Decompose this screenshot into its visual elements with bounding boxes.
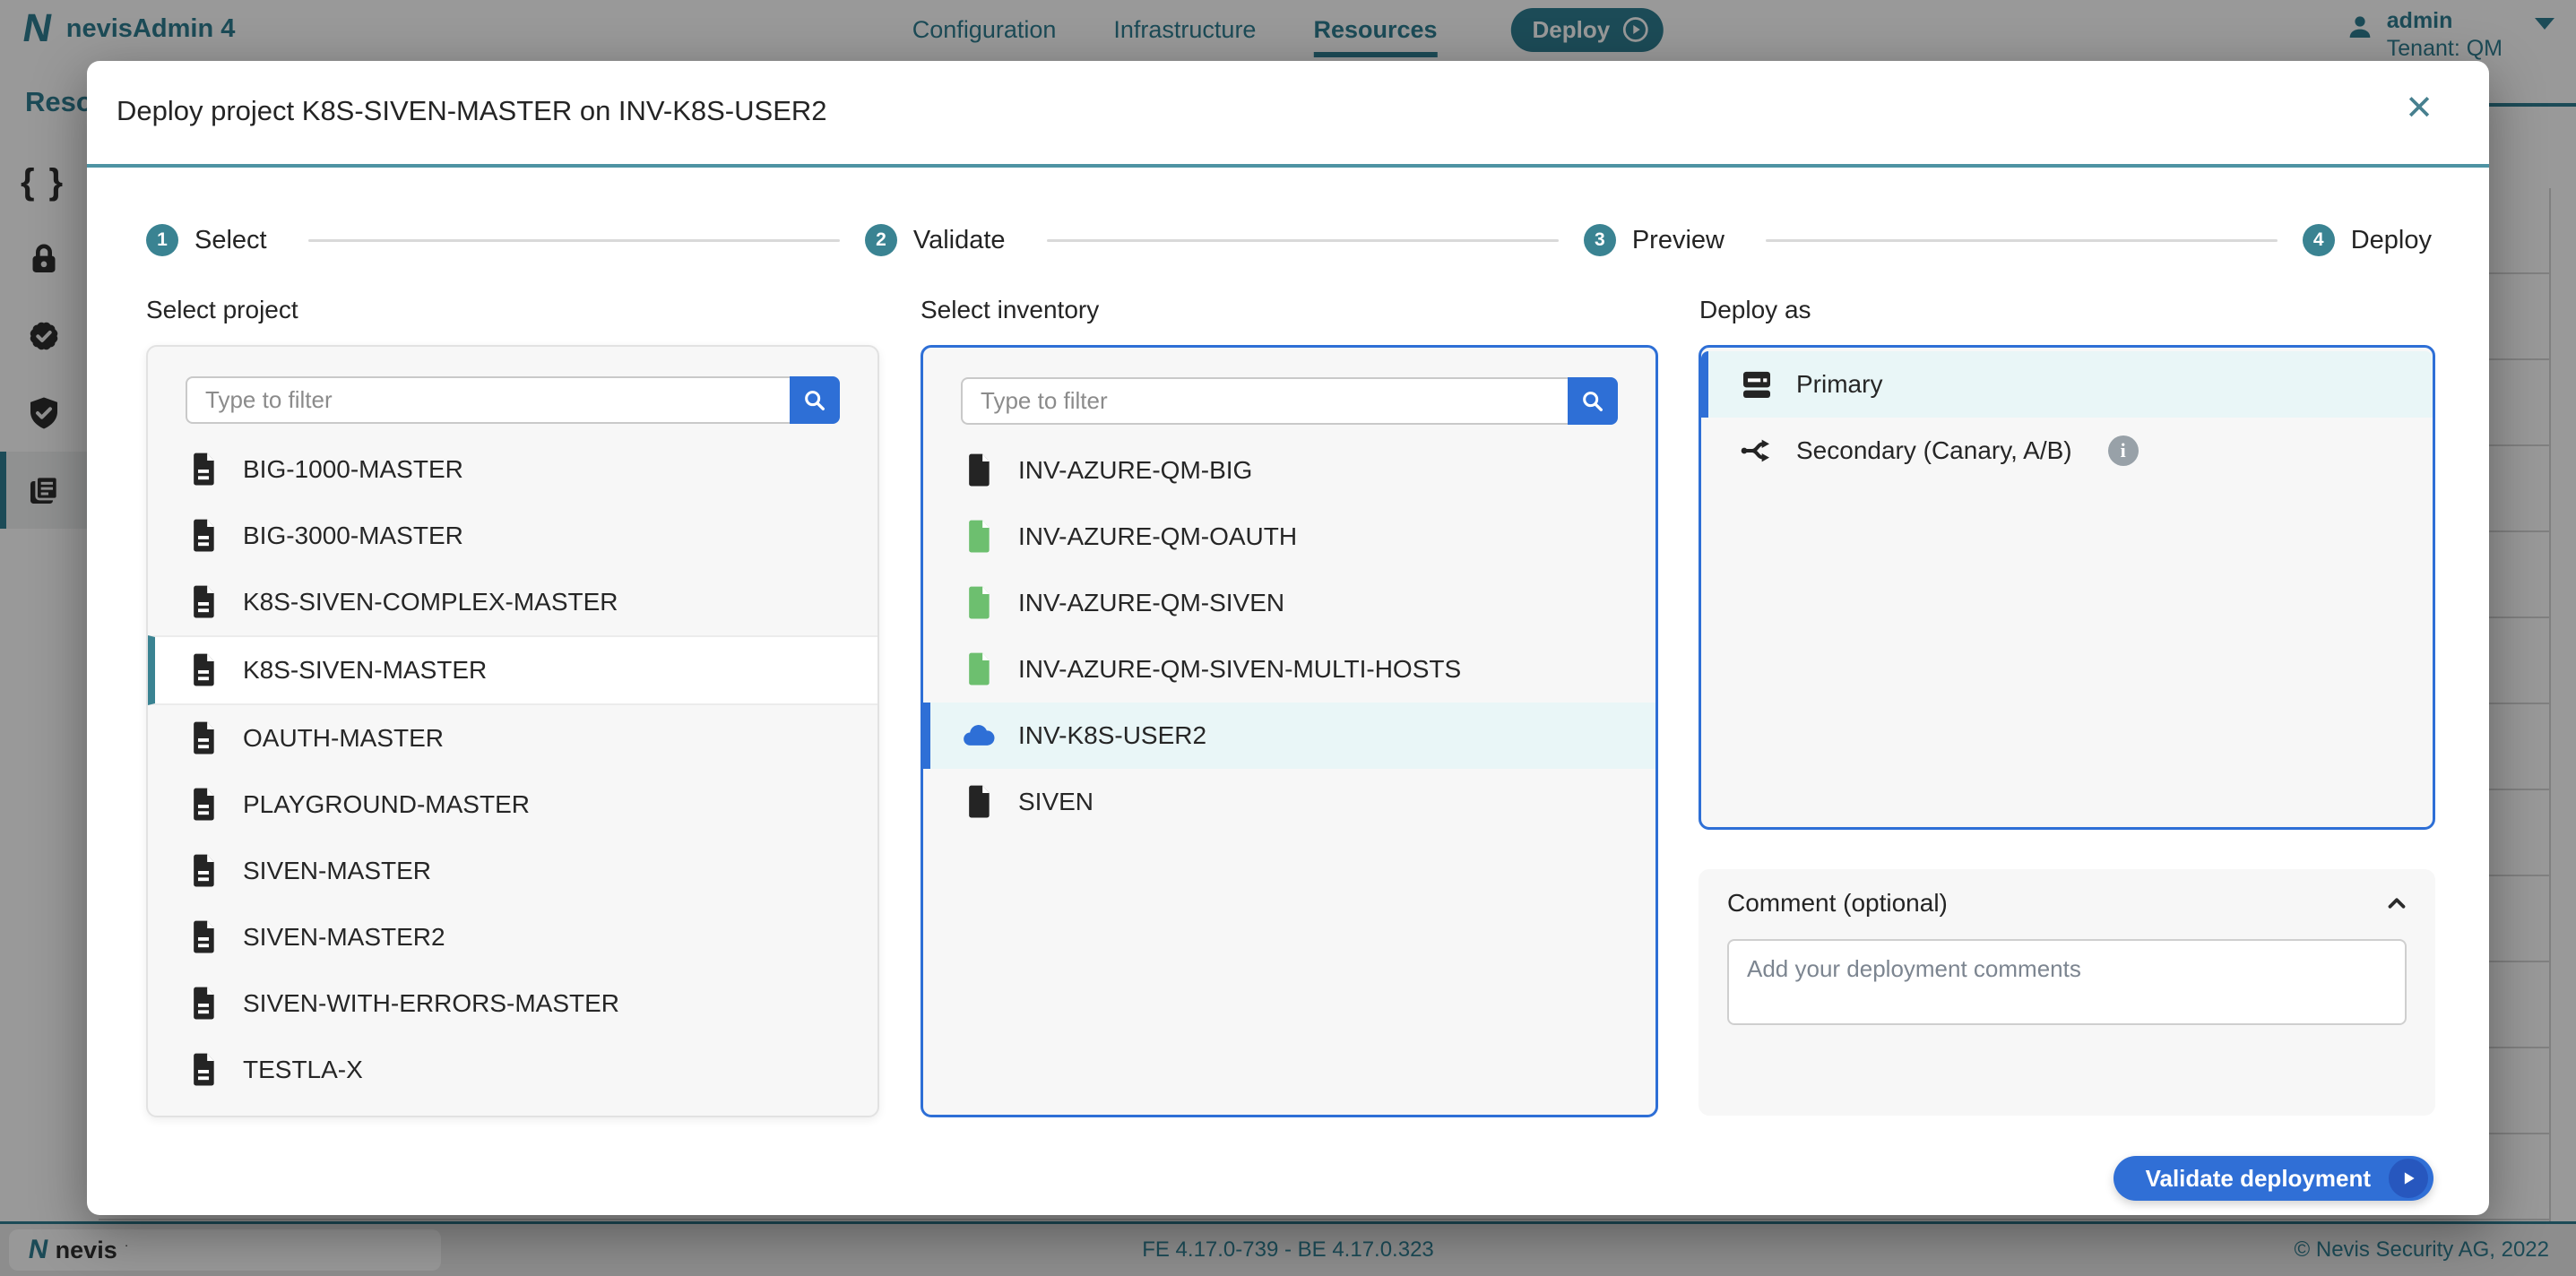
inventory-list-item[interactable]: INV-AZURE-QM-BIG <box>923 437 1655 504</box>
project-name: K8S-SIVEN-MASTER <box>243 656 488 684</box>
inventory-name: SIVEN <box>1018 788 1094 815</box>
inventory-panel: INV-AZURE-QM-BIG INV-AZURE-QM-OAUTH INV-… <box>921 345 1658 1117</box>
comment-label: Comment (optional) <box>1727 889 1948 917</box>
file-lines-icon <box>194 854 214 887</box>
stepper-step[interactable]: 4 Deploy <box>2302 224 2432 256</box>
project-panel: BIG-1000-MASTER BIG-3000-MASTER K8 <box>146 345 879 1117</box>
file-lines-icon <box>194 788 214 821</box>
inventory-list-item[interactable]: INV-AZURE-QM-SIVEN-MULTI-HOSTS <box>923 636 1655 703</box>
project-name: OAUTH-MASTER <box>243 724 444 752</box>
file-lines-icon <box>194 585 214 618</box>
file-lines-icon <box>194 920 214 953</box>
cloud-icon <box>964 725 995 746</box>
info-icon[interactable]: i <box>2107 435 2139 466</box>
project-name: SIVEN-MASTER2 <box>243 923 445 951</box>
step-number: 4 <box>2302 224 2335 256</box>
inventory-list-item[interactable]: INV-AZURE-QM-OAUTH <box>923 504 1655 570</box>
server-inbox-icon <box>1743 371 1770 398</box>
validate-deployment-label: Validate deployment <box>2145 1164 2371 1192</box>
step-number: 2 <box>864 224 897 256</box>
file-green-icon <box>969 520 990 553</box>
project-name: SIVEN-MASTER <box>243 857 432 884</box>
project-name: BIG-1000-MASTER <box>243 455 463 483</box>
project-name: PLAYGROUND-MASTER <box>243 790 530 818</box>
project-list-item[interactable]: PLAYGROUND-MASTER <box>148 772 877 838</box>
project-name: BIG-3000-MASTER <box>243 522 463 549</box>
play-icon <box>2389 1159 2428 1198</box>
step-label: Preview <box>1631 225 1725 254</box>
file-lines-icon <box>194 1053 214 1086</box>
screen: N nevisAdmin 4 Configuration Infrastructu… <box>0 0 2576 1276</box>
step-label: Select <box>194 225 267 254</box>
inventory-list-item[interactable]: INV-AZURE-QM-SIVEN <box>923 570 1655 636</box>
project-list-item[interactable]: SIVEN-MASTER2 <box>148 904 877 970</box>
step-label: Deploy <box>2350 225 2432 254</box>
inventory-search-button[interactable] <box>1568 377 1618 425</box>
search-icon <box>1583 391 1603 411</box>
comment-textarea[interactable] <box>1727 939 2407 1025</box>
split-arrows-icon <box>1741 439 1769 462</box>
stepper-step[interactable]: 3 Preview <box>1583 224 2303 256</box>
wizard-stepper: 1 Select 2 Validate 3 Preview 4 Deploy <box>146 209 2432 272</box>
select-inventory-label: Select inventory <box>921 296 1100 323</box>
step-label: Validate <box>912 225 1006 254</box>
file-green-icon <box>969 652 990 685</box>
deploy-wizard-modal: Deploy project K8S-SIVEN-MASTER on INV-K… <box>87 61 2489 1215</box>
deploy-as-label: Deploy as <box>1699 296 1811 323</box>
project-name: K8S-SIVEN-COMPLEX-MASTER <box>243 588 618 616</box>
step-number: 3 <box>1583 224 1616 256</box>
validate-deployment-button[interactable]: Validate deployment <box>2113 1156 2433 1201</box>
inventory-filter-input[interactable] <box>961 377 1568 425</box>
deploy-as-option-label: Primary <box>1796 370 1883 398</box>
file-green-icon <box>969 586 990 619</box>
project-list-item[interactable]: SIVEN-MASTER <box>148 838 877 904</box>
file-lines-icon <box>194 453 214 486</box>
close-icon[interactable]: ✕ <box>2405 91 2433 125</box>
project-filter <box>186 376 840 424</box>
stepper-step[interactable]: 2 Validate <box>864 224 1584 256</box>
project-name: SIVEN-WITH-ERRORS-MASTER <box>243 989 619 1017</box>
inventory-name: INV-AZURE-QM-BIG <box>1018 456 1253 484</box>
project-list-item[interactable]: SIVEN-WITH-ERRORS-MASTER <box>148 970 877 1037</box>
file-lines-icon <box>194 519 214 552</box>
deploy-as-list: Primary i Secondary (Canary, A/B) i <box>1701 351 2433 484</box>
file-icon <box>969 453 990 487</box>
project-list-item[interactable]: TESTLA-X <box>148 1037 877 1103</box>
file-icon <box>969 785 990 818</box>
stepper-step[interactable]: 1 Select <box>146 224 865 256</box>
inventory-list-item[interactable]: INV-K8S-USER2 <box>923 703 1655 769</box>
project-list-item[interactable]: BIG-1000-MASTER <box>148 436 877 503</box>
chevron-up-icon[interactable] <box>2383 890 2410 917</box>
inventory-list: INV-AZURE-QM-BIG INV-AZURE-QM-OAUTH INV-… <box>923 437 1655 835</box>
inventory-name: INV-AZURE-QM-OAUTH <box>1018 522 1298 550</box>
file-lines-icon <box>194 987 214 1020</box>
modal-header: Deploy project K8S-SIVEN-MASTER on INV-K… <box>87 61 2489 168</box>
select-project-label: Select project <box>146 296 298 323</box>
inventory-name: INV-K8S-USER2 <box>1018 721 1207 749</box>
file-lines-icon <box>194 653 214 686</box>
inventory-list-item[interactable]: SIVEN <box>923 769 1655 835</box>
project-search-button[interactable] <box>790 376 840 424</box>
modal-title: Deploy project K8S-SIVEN-MASTER on INV-K… <box>117 95 827 126</box>
deploy-as-option[interactable]: Secondary (Canary, A/B) i <box>1701 418 2433 484</box>
inventory-name: INV-AZURE-QM-SIVEN <box>1018 589 1285 616</box>
project-list: BIG-1000-MASTER BIG-3000-MASTER K8S-SIVE… <box>148 436 877 1103</box>
file-lines-icon <box>194 721 214 754</box>
inventory-name: INV-AZURE-QM-SIVEN-MULTI-HOSTS <box>1018 655 1462 683</box>
inventory-filter <box>961 377 1618 425</box>
comment-panel: Comment (optional) <box>1699 869 2435 1116</box>
deploy-as-option-label: Secondary (Canary, A/B) <box>1796 436 2072 464</box>
project-list-item[interactable]: OAUTH-MASTER <box>148 705 877 772</box>
step-number: 1 <box>146 224 178 256</box>
project-filter-input[interactable] <box>186 376 790 424</box>
search-icon <box>805 390 825 410</box>
deploy-as-panel: Primary i Secondary (Canary, A/B) i <box>1699 345 2435 830</box>
project-list-item[interactable]: K8S-SIVEN-MASTER <box>148 635 877 705</box>
project-name: TESTLA-X <box>243 1056 363 1083</box>
project-list-item[interactable]: BIG-3000-MASTER <box>148 503 877 569</box>
project-list-item[interactable]: K8S-SIVEN-COMPLEX-MASTER <box>148 569 877 635</box>
deploy-as-option[interactable]: Primary i <box>1701 351 2433 418</box>
